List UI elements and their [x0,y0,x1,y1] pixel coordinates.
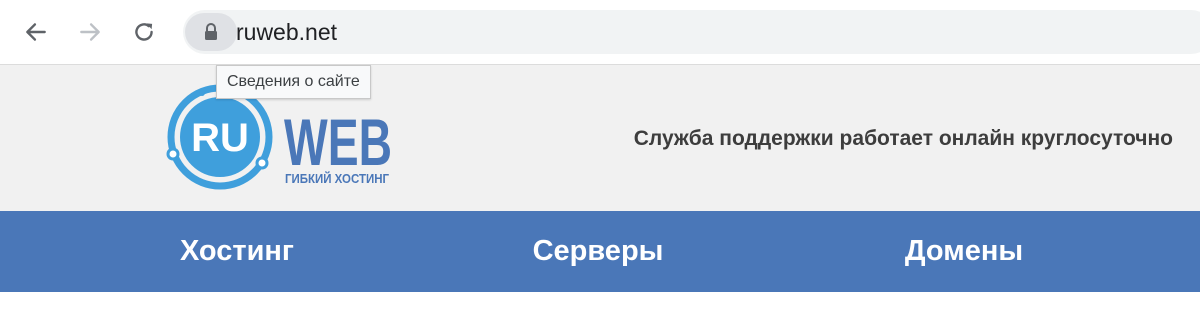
back-button[interactable] [18,14,54,50]
forward-button[interactable] [72,14,108,50]
arrow-right-icon [80,23,100,41]
reload-icon [135,23,153,41]
logo-tagline: ГИБКИЙ ХОСТИНГ [285,171,390,186]
lock-icon [205,23,217,40]
nav-item-servers[interactable]: Серверы [532,211,664,292]
arrow-left-icon [26,23,46,41]
site-info-tooltip: Сведения о сайте [216,65,371,99]
nav-item-domains[interactable]: Домены [902,211,1026,292]
url-text[interactable]: ruweb.net [236,17,337,47]
reload-button[interactable] [126,14,162,50]
nav-item-hosting[interactable]: Хостинг [178,211,296,292]
page-body [0,292,1200,312]
site-info-button[interactable] [185,13,237,51]
support-notice: Служба поддержки работает онлайн круглос… [633,127,1173,150]
browser-toolbar: ruweb.net [0,0,1200,65]
main-nav: Хостинг Серверы Домены [0,211,1200,292]
logo-web-text: WEB [284,105,392,179]
logo-ru-text: RU [191,116,249,160]
